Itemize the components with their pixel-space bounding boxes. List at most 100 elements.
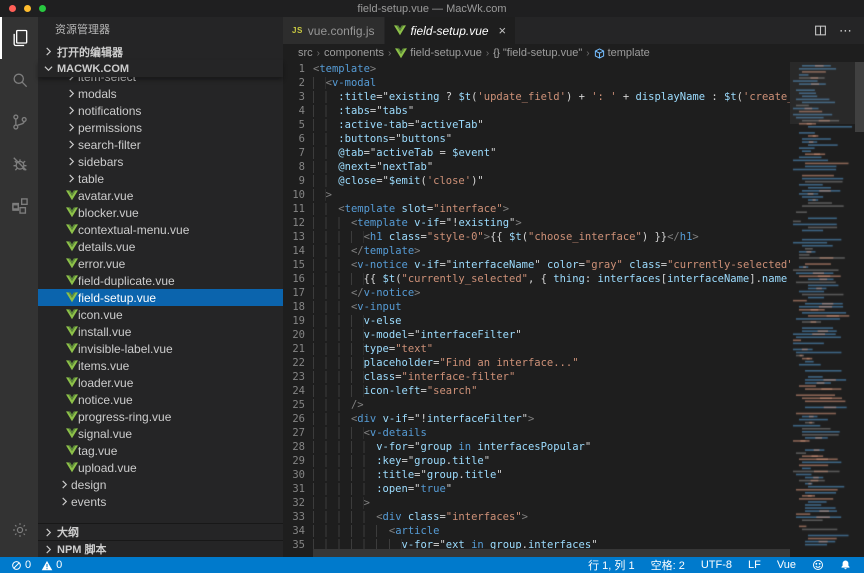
line-number: 19 [283,314,305,328]
activity-explorer[interactable] [0,17,38,59]
tree-item-loader.vue[interactable]: loader.vue [38,374,283,391]
tree-item-install.vue[interactable]: install.vue [38,323,283,340]
vscode-window: field-setup.vue — MacWk.com 资源管理器 打开的编辑器… [0,0,864,573]
code-lines: 1<template>2 <v-modal3 :title="existing … [283,62,790,549]
tree-item-items.vue[interactable]: items.vue [38,357,283,374]
tree-item-invisible-label.vue[interactable]: invisible-label.vue [38,340,283,357]
cursor-position[interactable]: 行 1, 列 1 [585,557,637,573]
code-line: 28 v-for="group in interfacesPopular" [283,440,790,454]
close-window-button[interactable] [9,5,16,12]
problems-warnings-count: 0 [56,559,62,571]
vue-file-icon [65,309,78,320]
line-number: 32 [283,496,305,510]
vue-file-icon [65,292,78,303]
debug-icon [10,154,30,174]
vue-file-icon [65,377,78,388]
horizontal-scrollbar[interactable] [313,549,790,557]
tab-field-setup.vue[interactable]: field-setup.vue× [385,17,517,44]
tree-item-sidebars[interactable]: sidebars [38,153,283,170]
line-number: 18 [283,300,305,314]
section-npm-scripts[interactable]: NPM 脚本 [38,540,283,557]
code-text: > [305,188,332,202]
tree-item-search-filter[interactable]: search-filter [38,136,283,153]
tree-item-events[interactable]: events [38,493,283,510]
code-text: icon-left="search" [305,384,477,398]
tree-item-permissions[interactable]: permissions [38,119,283,136]
tree-item-icon.vue[interactable]: icon.vue [38,306,283,323]
tree-item-upload.vue[interactable]: upload.vue [38,459,283,476]
tree-item-label: field-duplicate.vue [78,274,175,288]
status-right: 行 1, 列 1 空格: 2 UTF-8 LF Vue [585,557,854,573]
tree-item-modals[interactable]: modals [38,85,283,102]
section-outline[interactable]: 大纲 [38,523,283,540]
code-text: </v-notice> [305,286,421,300]
code-line: 21 type="text" [283,342,790,356]
tab-vue.config.js[interactable]: JSvue.config.js [283,17,385,44]
tree-item-progress-ring.vue[interactable]: progress-ring.vue [38,408,283,425]
tree-item-label: notifications [78,104,141,118]
search-icon [10,70,30,90]
problems-errors[interactable]: 0 [8,559,34,571]
tree-item-field-setup.vue[interactable]: field-setup.vue [38,289,283,306]
vue-file-icon [65,343,78,354]
breadcrumb-item-4[interactable]: {}"field-setup.vue" [493,47,582,59]
split-editor-icon[interactable] [814,24,827,37]
breadcrumb-item-1[interactable]: src [298,47,313,59]
code-editor[interactable]: 1<template>2 <v-modal3 :title="existing … [283,62,864,557]
tree-item-contextual-menu.vue[interactable]: contextual-menu.vue [38,221,283,238]
activity-search[interactable] [0,59,38,101]
feedback-button[interactable] [809,559,827,571]
bell-button[interactable] [837,559,854,571]
activity-debug[interactable] [0,143,38,185]
minimize-window-button[interactable] [24,5,31,12]
tree-item-avatar.vue[interactable]: avatar.vue [38,187,283,204]
warning-icon [41,560,53,571]
breadcrumb-item-2[interactable]: components [324,47,384,59]
code-line: 16 {{ $t("currently_selected", { thing: … [283,272,790,286]
problems-warnings[interactable]: 0 [38,559,65,571]
tree-item-tag.vue[interactable]: tag.vue [38,442,283,459]
tree-item-label: signal.vue [78,427,132,441]
section-label: MACWK.COM [57,63,129,75]
eol[interactable]: LF [745,559,764,571]
code-line: 31 :open="true" [283,482,790,496]
code-line: 7 @tab="activeTab = $event" [283,146,790,160]
breadcrumb-item-5[interactable]: template [594,47,650,59]
language-mode[interactable]: Vue [774,559,799,571]
chevron-right-icon [65,157,78,166]
section-open-editors[interactable]: 打开的编辑器 [38,43,283,60]
tree-item-field-duplicate.vue[interactable]: field-duplicate.vue [38,272,283,289]
minimap-slider[interactable] [790,62,855,124]
activity-settings[interactable] [0,509,38,551]
tree-item-design[interactable]: design [38,476,283,493]
activity-extensions[interactable] [0,185,38,227]
breadcrumb-item-3[interactable]: field-setup.vue [395,47,482,59]
more-actions-icon[interactable]: ⋯ [839,23,852,39]
code-text: <v-input [305,300,402,314]
minimap[interactable] [790,62,855,557]
tree-item-notice.vue[interactable]: notice.vue [38,391,283,408]
line-number: 6 [283,132,305,146]
tree-item-error.vue[interactable]: error.vue [38,255,283,272]
tree-item-label: items.vue [78,359,129,373]
chevron-right-icon [65,123,78,132]
vue-file-icon [65,394,78,405]
code-text: <div class="interfaces"> [305,510,528,524]
source-control-icon [10,112,30,132]
tree-item-details.vue[interactable]: details.vue [38,238,283,255]
encoding[interactable]: UTF-8 [698,559,735,571]
tree-item-item-select[interactable]: item-select [38,77,283,85]
js-file-icon: JS [292,26,303,35]
zoom-window-button[interactable] [39,5,46,12]
tree-item-signal.vue[interactable]: signal.vue [38,425,283,442]
tree-item-blocker.vue[interactable]: blocker.vue [38,204,283,221]
code-line: 2 <v-modal [283,76,790,90]
close-tab-icon[interactable]: × [499,24,507,37]
tree-item-notifications[interactable]: notifications [38,102,283,119]
section-workspace[interactable]: MACWK.COM [38,60,283,77]
line-number: 28 [283,440,305,454]
activity-source-control[interactable] [0,101,38,143]
indentation[interactable]: 空格: 2 [648,557,688,573]
tree-item-table[interactable]: table [38,170,283,187]
vertical-scrollbar[interactable] [855,62,864,132]
